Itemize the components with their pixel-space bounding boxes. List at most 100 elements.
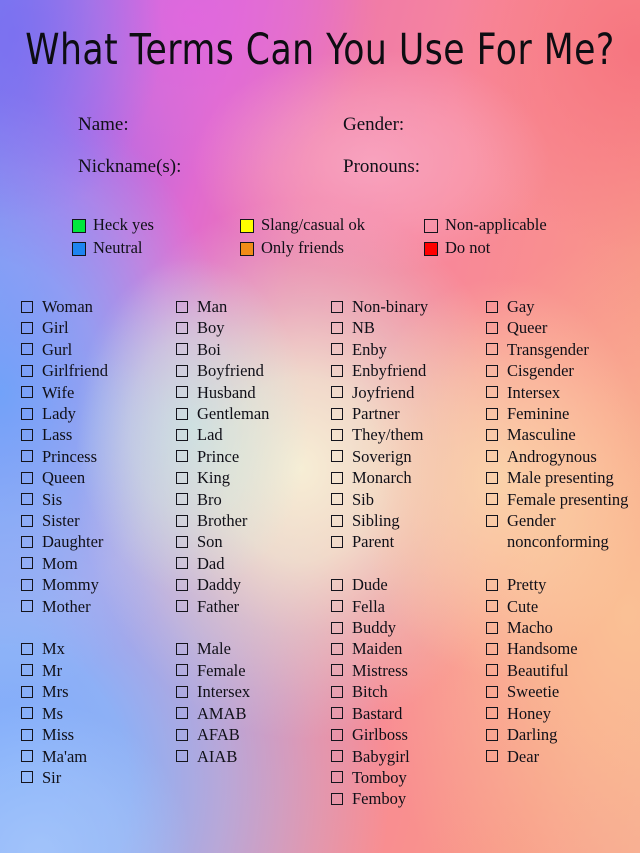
checkbox-icon[interactable] [176,428,188,441]
term-checkbox-row[interactable]: NB [331,317,483,338]
checkbox-icon[interactable] [486,493,498,506]
checkbox-icon[interactable] [176,728,188,741]
checkbox-icon[interactable] [176,750,188,763]
checkbox-icon[interactable] [21,364,33,377]
checkbox-icon[interactable] [486,428,498,441]
term-checkbox-row[interactable]: AFAB [176,724,328,745]
checkbox-icon[interactable] [176,685,188,698]
term-checkbox-row[interactable]: AIAB [176,746,328,767]
checkbox-icon[interactable] [331,321,343,334]
term-checkbox-row[interactable]: Androgynous [486,446,632,467]
term-checkbox-row[interactable]: Gentleman [176,403,328,424]
checkbox-icon[interactable] [331,386,343,399]
checkbox-icon[interactable] [486,664,498,677]
term-checkbox-row[interactable]: Handsome [486,638,632,659]
term-checkbox-row[interactable]: Son [176,531,328,552]
checkbox-icon[interactable] [486,364,498,377]
checkbox-icon[interactable] [486,621,498,634]
checkbox-icon[interactable] [486,471,498,484]
checkbox-icon[interactable] [331,343,343,356]
checkbox-icon[interactable] [486,407,498,420]
term-checkbox-row[interactable]: Dad [176,553,328,574]
term-checkbox-row[interactable]: Monarch [331,467,483,488]
term-checkbox-row[interactable]: Girlfriend [21,360,171,381]
term-checkbox-row[interactable]: Male [176,638,328,659]
term-checkbox-row[interactable]: Mommy [21,574,171,595]
checkbox-icon[interactable] [331,707,343,720]
checkbox-icon[interactable] [331,792,343,805]
term-checkbox-row[interactable]: Wife [21,382,171,403]
checkbox-icon[interactable] [331,407,343,420]
checkbox-icon[interactable] [331,535,343,548]
term-checkbox-row[interactable]: Miss [21,724,171,745]
term-checkbox-row[interactable]: Sweetie [486,681,632,702]
term-checkbox-row[interactable]: Boy [176,317,328,338]
term-checkbox-row[interactable]: They/them [331,424,483,445]
checkbox-icon[interactable] [486,386,498,399]
checkbox-icon[interactable] [486,707,498,720]
term-checkbox-row[interactable]: Parent [331,531,483,552]
term-checkbox-row[interactable]: Sib [331,489,483,510]
term-checkbox-row[interactable]: Female [176,660,328,681]
term-checkbox-row[interactable]: Girlboss [331,724,483,745]
checkbox-icon[interactable] [486,300,498,313]
checkbox-icon[interactable] [21,642,33,655]
checkbox-icon[interactable] [331,300,343,313]
checkbox-icon[interactable] [486,750,498,763]
term-checkbox-row[interactable]: Female presenting [486,489,632,510]
checkbox-icon[interactable] [486,321,498,334]
checkbox-icon[interactable] [176,557,188,570]
checkbox-icon[interactable] [331,364,343,377]
term-checkbox-row[interactable]: Queer [486,317,632,338]
checkbox-icon[interactable] [176,300,188,313]
term-checkbox-row[interactable]: Babygirl [331,746,483,767]
term-checkbox-row[interactable]: Cisgender [486,360,632,381]
checkbox-icon[interactable] [21,471,33,484]
checkbox-icon[interactable] [176,471,188,484]
term-checkbox-row[interactable]: Male presenting [486,467,632,488]
term-checkbox-row[interactable]: Ms [21,703,171,724]
checkbox-icon[interactable] [21,771,33,784]
term-checkbox-row[interactable]: Lad [176,424,328,445]
term-checkbox-row[interactable]: Mr [21,660,171,681]
checkbox-icon[interactable] [21,728,33,741]
term-checkbox-row[interactable]: Sir [21,767,171,788]
term-checkbox-row[interactable]: Sibling [331,510,483,531]
term-checkbox-row[interactable]: Bitch [331,681,483,702]
term-checkbox-row[interactable]: Macho [486,617,632,638]
term-checkbox-row[interactable]: Honey [486,703,632,724]
checkbox-icon[interactable] [21,707,33,720]
term-checkbox-row[interactable]: Mx [21,638,171,659]
checkbox-icon[interactable] [486,514,498,527]
checkbox-icon[interactable] [176,450,188,463]
checkbox-icon[interactable] [176,600,188,613]
checkbox-icon[interactable] [21,578,33,591]
checkbox-icon[interactable] [331,728,343,741]
term-checkbox-row[interactable]: Soverign [331,446,483,467]
checkbox-icon[interactable] [21,557,33,570]
checkbox-icon[interactable] [331,664,343,677]
term-checkbox-row[interactable]: Woman [21,296,171,317]
checkbox-icon[interactable] [331,685,343,698]
checkbox-icon[interactable] [176,364,188,377]
checkbox-icon[interactable] [331,771,343,784]
term-checkbox-row[interactable]: AMAB [176,703,328,724]
term-checkbox-row[interactable]: Queen [21,467,171,488]
term-checkbox-row[interactable]: Dear [486,746,632,767]
checkbox-icon[interactable] [486,728,498,741]
term-checkbox-row[interactable]: Intersex [176,681,328,702]
term-checkbox-row[interactable]: Bastard [331,703,483,724]
checkbox-icon[interactable] [176,707,188,720]
term-checkbox-row[interactable]: Princess [21,446,171,467]
term-checkbox-row[interactable]: Dude [331,574,483,595]
term-checkbox-row[interactable]: Prince [176,446,328,467]
term-checkbox-row[interactable]: Husband [176,382,328,403]
term-checkbox-row[interactable]: Brother [176,510,328,531]
checkbox-icon[interactable] [21,493,33,506]
checkbox-icon[interactable] [331,428,343,441]
term-checkbox-row[interactable]: Sis [21,489,171,510]
checkbox-icon[interactable] [21,535,33,548]
checkbox-icon[interactable] [21,450,33,463]
term-checkbox-row[interactable]: Non-binary [331,296,483,317]
term-checkbox-row[interactable]: Masculine [486,424,632,445]
